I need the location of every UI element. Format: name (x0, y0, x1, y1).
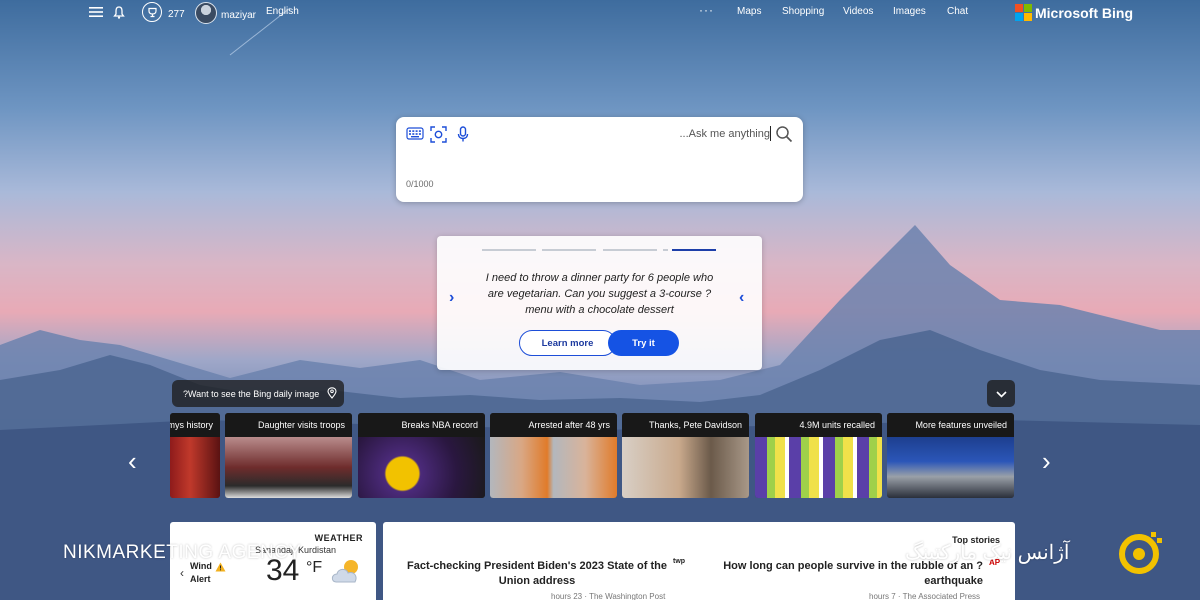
more-icon: ··· (699, 3, 714, 17)
location-pin-icon (327, 386, 337, 401)
news-tile-image (622, 437, 749, 498)
notification-bell-icon[interactable] (113, 6, 125, 19)
profile-button[interactable]: maziyar (195, 2, 257, 24)
news-tile-caption: mys history (170, 413, 220, 437)
news-tile[interactable]: 4.9M units recalled (755, 413, 882, 498)
suggestion-text: I need to throw a dinner party for 6 peo… (485, 272, 714, 316)
news-tile[interactable]: Thanks, Pete Davidson (622, 413, 749, 498)
nav-label: Videos (843, 6, 874, 17)
microsoft-logo-icon (1015, 4, 1032, 21)
nav-label: Images (893, 6, 926, 17)
news-tile[interactable]: Arrested after 48 yrs (490, 413, 617, 498)
keyboard-icon[interactable] (406, 127, 424, 145)
collapse-feed-button[interactable] (987, 380, 1015, 407)
chevron-left-icon[interactable]: ‹ (180, 566, 184, 580)
language-label: English (266, 6, 299, 17)
search-icon[interactable] (775, 125, 793, 148)
carousel-indicator[interactable] (663, 249, 668, 251)
rewards-points: 277 (168, 8, 185, 20)
text-cursor (770, 126, 771, 141)
chevron-left-icon[interactable]: ‹ (739, 289, 744, 307)
story-meta: hours 7 · The Associated Press (869, 592, 981, 600)
story-headline[interactable]: Fact-checking President Biden's 2023 Sta… (403, 559, 671, 589)
nav-chat[interactable]: Chat (947, 6, 968, 17)
news-tile-image (358, 437, 485, 498)
nav-label: Chat (947, 6, 969, 17)
microphone-icon[interactable] (457, 126, 469, 148)
news-tile-image (490, 437, 617, 498)
top-bar: 277 maziyar English ··· Maps Shopping Vi… (0, 0, 1200, 26)
agency-logo-icon (1117, 528, 1165, 581)
news-tile-image (170, 437, 220, 498)
daily-image-label: ?Want to see the Bing daily image (183, 388, 320, 399)
chevron-right-icon[interactable]: › (449, 289, 454, 307)
chevron-down-icon (995, 385, 1007, 403)
visual-search-icon[interactable] (430, 126, 447, 148)
temperature-unit: °F (306, 559, 323, 576)
trophy-icon (142, 2, 162, 22)
carousel-indicator[interactable] (482, 249, 536, 251)
language-link[interactable]: English (266, 6, 299, 17)
carousel-indicator[interactable] (542, 249, 596, 251)
daily-image-button[interactable]: ?Want to see the Bing daily image (172, 380, 344, 407)
watermark-text-right: آژانس نیک مارکتینگ (905, 542, 1070, 564)
bing-logo[interactable]: Microsoft Bing (1015, 4, 1133, 21)
try-it-button[interactable]: Try it (608, 330, 679, 356)
nav-shopping[interactable]: Shopping (782, 6, 824, 17)
news-tile-caption: 4.9M units recalled (755, 413, 882, 437)
nav-videos[interactable]: Videos (843, 6, 873, 17)
news-tile-image (887, 437, 1014, 498)
brand-name: Microsoft Bing (1035, 4, 1133, 21)
carousel-indicator-active[interactable] (672, 249, 716, 251)
chat-suggestion-card: › ‹ I need to throw a dinner party for 6… (437, 236, 762, 370)
news-tile-caption: Breaks NBA record (358, 413, 485, 437)
nav-images[interactable]: Images (893, 6, 926, 17)
story-meta: hours 23 · The Washington Post (551, 592, 666, 600)
rewards-button[interactable]: 277 (142, 2, 185, 22)
nav-label: Shopping (782, 6, 825, 17)
learn-more-button[interactable]: Learn more (519, 330, 616, 356)
news-tile-caption: Thanks, Pete Davidson (622, 413, 749, 437)
carousel-next-icon[interactable]: › (1042, 446, 1051, 477)
news-tile-caption: More features unveiled (887, 413, 1014, 437)
news-tile[interactable]: mys history (170, 413, 220, 498)
search-input[interactable]: ...Ask me anything (680, 128, 771, 140)
news-tile[interactable]: More features unveiled (887, 413, 1014, 498)
news-tile[interactable]: Breaks NBA record (358, 413, 485, 498)
menu-icon[interactable] (89, 6, 103, 18)
username: maziyar (221, 9, 257, 21)
news-tile-image (755, 437, 882, 498)
carousel-prev-icon[interactable]: ‹ (128, 446, 137, 477)
news-tile-caption: Arrested after 48 yrs (490, 413, 617, 437)
watermark-text-left: NIKMARKETING AGENCY (63, 542, 302, 563)
more-options-button[interactable]: ··· (699, 3, 714, 17)
carousel-indicator[interactable] (603, 249, 657, 251)
nav-label: Maps (737, 6, 762, 17)
source-badge: twp (673, 558, 686, 565)
search-box[interactable]: ...Ask me anything 0/1000 (396, 117, 803, 202)
character-counter: 0/1000 (406, 179, 434, 189)
news-tile-image (225, 437, 352, 498)
nav-maps[interactable]: Maps (737, 6, 761, 17)
avatar (195, 2, 217, 24)
partly-cloudy-icon (330, 556, 366, 591)
news-tile-caption: Daughter visits troops (225, 413, 352, 437)
weather-label: WEATHER (314, 533, 363, 543)
news-tile[interactable]: Daughter visits troops (225, 413, 352, 498)
